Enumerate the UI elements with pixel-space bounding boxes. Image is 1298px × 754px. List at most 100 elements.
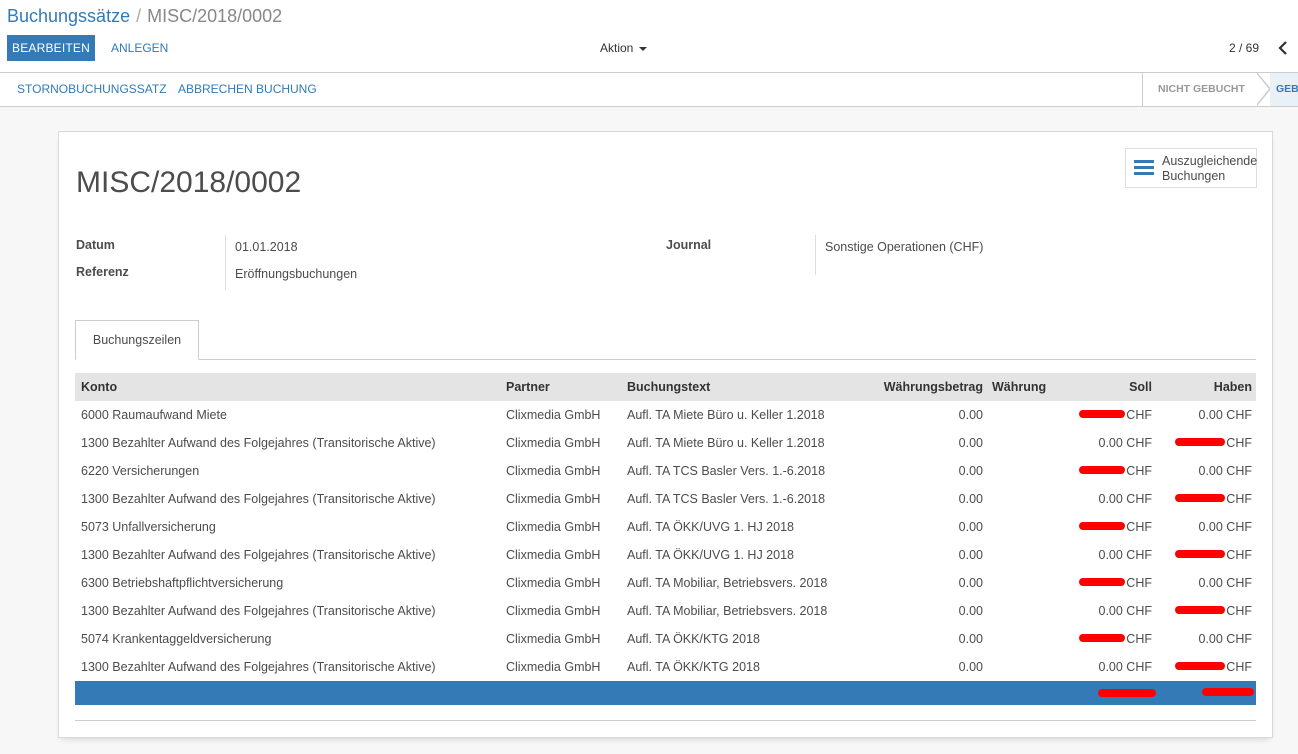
cell-betrag: 0.00 [958, 632, 983, 646]
cell-haben: 0.00 CHF [1198, 632, 1253, 646]
cell-text: Aufl. TA ÖKK/KTG 2018 [627, 660, 760, 674]
cell-text: Aufl. TA ÖKK/UVG 1. HJ 2018 [627, 548, 794, 562]
col-header-haben[interactable]: Haben [1214, 373, 1252, 401]
table-row[interactable]: 5073 Unfallversicherung Clixmedia GmbH Auf… [75, 513, 1256, 541]
form-sheet: Auszugleichende Buchungen MISC/2018/0002… [58, 131, 1273, 738]
table-row[interactable]: 1300 Bezahlter Aufwand des Folgejahres (… [75, 485, 1256, 513]
cell-betrag: 0.00 [958, 548, 983, 562]
table-row[interactable]: 6220 Versicherungen Clixmedia GmbH Aufl. T… [75, 457, 1256, 485]
tab-bar [75, 359, 1256, 360]
breadcrumb-current: MISC/2018/0002 [147, 6, 283, 26]
redaction-mark [1175, 550, 1225, 558]
reconcile-entries-button[interactable]: Auszugleichende Buchungen [1125, 148, 1257, 188]
datum-value: 01.01.2018 [235, 240, 298, 254]
redaction-mark [1175, 438, 1225, 446]
cancel-entry-button[interactable]: ABBRECHEN BUCHUNG [178, 73, 317, 106]
cell-partner: Clixmedia GmbH [506, 436, 601, 450]
create-button[interactable]: ANLEGEN [111, 35, 168, 61]
breadcrumb: Buchungssätze / MISC/2018/0002 [7, 6, 282, 27]
cell-haben: CHF [1226, 548, 1252, 562]
cell-betrag: 0.00 [958, 464, 983, 478]
table-row[interactable]: 1300 Bezahlter Aufwand des Folgejahres (… [75, 653, 1256, 681]
cell-partner: Clixmedia GmbH [506, 604, 601, 618]
cell-partner: Clixmedia GmbH [506, 464, 601, 478]
cell-haben: CHF [1226, 436, 1252, 450]
redaction-mark [1079, 578, 1125, 586]
action-dropdown[interactable]: Aktion [600, 35, 647, 61]
col-header-soll[interactable]: Soll [1129, 373, 1152, 401]
cell-partner: Clixmedia GmbH [506, 520, 601, 534]
cell-konto: 6000 Raumaufwand Miete [81, 408, 227, 422]
table-row[interactable]: 6000 Raumaufwand Miete Clixmedia GmbH Aufl… [75, 401, 1256, 429]
status-arrow-inner [1256, 73, 1269, 105]
reverse-entry-button[interactable]: STORNOBUCHUNGSSATZ [17, 73, 167, 106]
referenz-value: Eröffnungsbuchungen [235, 267, 358, 281]
action-dropdown-label: Aktion [600, 41, 634, 55]
cell-soll: 0.00 CHF [1098, 436, 1153, 450]
status-step-posted[interactable]: GEBU [1270, 73, 1298, 106]
table-row[interactable]: 1300 Bezahlter Aufwand des Folgejahres (… [75, 541, 1256, 569]
cell-konto: 1300 Bezahlter Aufwand des Folgejahres (… [81, 660, 436, 674]
journal-label: Journal [666, 238, 712, 252]
col-header-konto[interactable]: Konto [81, 373, 117, 401]
cell-konto: 6220 Versicherungen [81, 464, 200, 478]
redaction-mark [1202, 688, 1254, 696]
cell-betrag: 0.00 [958, 492, 983, 506]
table-row[interactable]: 6300 Betriebshaftpflichtversicherung Clix… [75, 569, 1256, 597]
redaction-mark [1079, 634, 1125, 642]
cell-haben: 0.00 CHF [1198, 408, 1253, 422]
tab-buchungszeilen[interactable]: Buchungszeilen [75, 320, 199, 360]
cell-konto: 1300 Bezahlter Aufwand des Folgejahres (… [81, 548, 436, 562]
cell-konto: 6300 Betriebshaftpflichtversicherung [81, 576, 284, 590]
cell-soll: 0.00 CHF [1098, 492, 1153, 506]
table-header: Konto Partner Buchungstext Währungsbetra… [75, 373, 1256, 401]
table-row[interactable]: 1300 Bezahlter Aufwand des Folgejahres (… [75, 597, 1256, 625]
cell-text: Aufl. TA Mobiliar, Betriebsvers. 2018 [627, 604, 828, 618]
col-header-partner[interactable]: Partner [506, 373, 550, 401]
reconcile-entries-label: Auszugleichende Buchungen [1162, 154, 1258, 183]
table-row[interactable]: 5074 Krankentaggeldversicherung Clixmedia… [75, 625, 1256, 653]
cell-soll: CHF [1126, 632, 1152, 646]
col-header-text[interactable]: Buchungstext [627, 373, 710, 401]
cell-betrag: 0.00 [958, 604, 983, 618]
cell-betrag: 0.00 [958, 660, 983, 674]
col-header-betrag[interactable]: Währungsbetrag [884, 373, 983, 401]
status-step-unposted[interactable]: NICHT GEBUCHT [1143, 73, 1257, 106]
table-body: 6000 Raumaufwand Miete Clixmedia GmbH Aufl… [75, 401, 1256, 681]
status-steps: NICHT GEBUCHT GEBU [1142, 73, 1298, 106]
statusbar: STORNOBUCHUNGSSATZ ABBRECHEN BUCHUNG NIC… [0, 73, 1298, 107]
list-icon [1134, 160, 1154, 176]
cell-soll: CHF [1126, 464, 1152, 478]
cell-haben: CHF [1226, 660, 1252, 674]
cell-text: Aufl. TA ÖKK/KTG 2018 [627, 632, 760, 646]
control-panel: Buchungssätze / MISC/2018/0002 BEARBEITEN … [0, 0, 1298, 73]
cell-konto: 1300 Bezahlter Aufwand des Folgejahres (… [81, 436, 436, 450]
redaction-mark [1079, 522, 1125, 530]
cell-betrag: 0.00 [958, 408, 983, 422]
redaction-mark [1175, 606, 1225, 614]
breadcrumb-parent-link[interactable]: Buchungssätze [7, 6, 130, 26]
cell-partner: Clixmedia GmbH [506, 632, 601, 646]
cell-konto: 5074 Krankentaggeldversicherung [81, 632, 272, 646]
table-row[interactable]: 1300 Bezahlter Aufwand des Folgejahres (… [75, 429, 1256, 457]
cell-text: Aufl. TA ÖKK/UVG 1. HJ 2018 [627, 520, 794, 534]
cell-partner: Clixmedia GmbH [506, 492, 601, 506]
pager-value[interactable]: 2 / 69 [1229, 35, 1259, 61]
journal-value: Sonstige Operationen (CHF) [825, 240, 984, 254]
cell-partner: Clixmedia GmbH [506, 548, 601, 562]
redaction-mark [1079, 410, 1125, 418]
field-divider [225, 235, 226, 290]
journal-items-table: Konto Partner Buchungstext Währungsbetra… [75, 373, 1256, 705]
edit-button[interactable]: BEARBEITEN [7, 35, 95, 61]
cell-konto: 1300 Bezahlter Aufwand des Folgejahres (… [81, 492, 436, 506]
chevron-left-icon[interactable] [1276, 38, 1290, 58]
cell-soll: 0.00 CHF [1098, 548, 1153, 562]
redaction-mark [1079, 466, 1125, 474]
cell-haben: 0.00 CHF [1198, 520, 1253, 534]
caret-down-icon [638, 46, 647, 51]
table-footer-totals [75, 681, 1256, 705]
col-header-waehrung[interactable]: Währung [992, 373, 1046, 401]
cell-text: Aufl. TA Miete Büro u. Keller 1.2018 [627, 436, 825, 450]
redaction-mark [1175, 662, 1225, 670]
cell-haben: CHF [1226, 604, 1252, 618]
